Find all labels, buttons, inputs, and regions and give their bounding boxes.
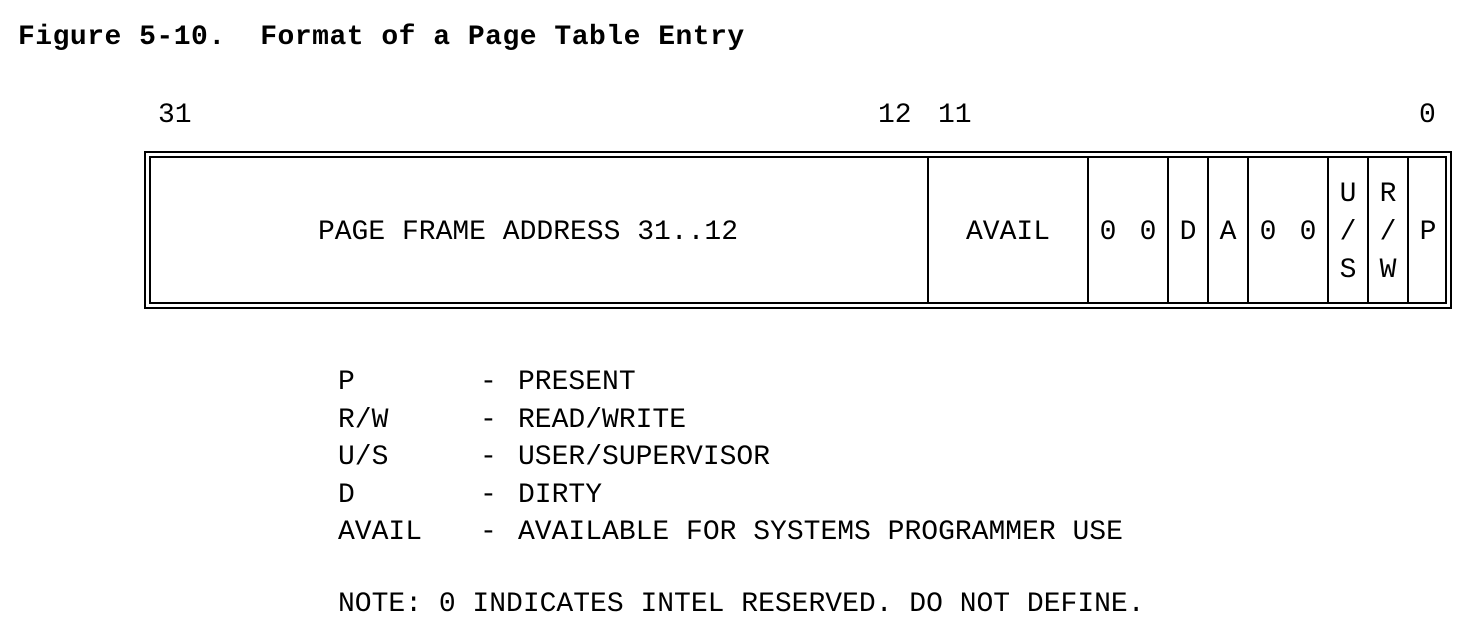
legend-dash: - (480, 442, 497, 473)
reserved-note: NOTE: 0 INDICATES INTEL RESERVED. DO NOT… (338, 589, 1145, 620)
legend-dash: - (480, 479, 497, 511)
field-page-frame-address: PAGE FRAME ADDRESS 31..12 (318, 217, 738, 248)
legend-abbr: U/S (338, 442, 389, 473)
field-reserved-bit-7: 0 (1140, 217, 1157, 248)
field-accessed: A (1220, 217, 1237, 248)
legend-dash: - (480, 517, 497, 548)
legend-desc: USER/SUPERVISOR (518, 442, 771, 473)
field-reserved-bit-8: 0 (1100, 217, 1117, 248)
field-present: P (1420, 217, 1437, 248)
legend-row-avail: AVAIL - AVAILABLE FOR SYSTEMS PROGRAMMER… (338, 514, 1123, 552)
field-dirty: D (1180, 217, 1197, 248)
field-rw-slash: / (1380, 217, 1397, 248)
legend-desc: READ/WRITE (518, 404, 687, 436)
field-us-top: U (1340, 179, 1357, 210)
field-user-supervisor: U / S (1340, 179, 1357, 286)
legend-abbr: D (338, 479, 355, 511)
legend-abbr: R/W (338, 404, 389, 436)
field-rw-top: R (1380, 179, 1397, 210)
field-reserved-bit-3: 0 (1300, 217, 1317, 248)
legend-desc: PRESENT (518, 367, 636, 398)
legend-abbr: AVAIL (338, 517, 423, 548)
legend-row-user-supervisor: U/S - USER/SUPERVISOR (338, 439, 1123, 477)
legend-row-present: P - PRESENT (338, 364, 1123, 402)
legend-desc: DIRTY (518, 479, 603, 511)
legend: P - PRESENT R/W - READ/WRITE U/S - USER/… (338, 364, 1123, 552)
field-us-bottom: S (1340, 255, 1357, 286)
legend-desc: AVAILABLE FOR SYSTEMS PROGRAMMER USE (518, 517, 1123, 548)
field-rw-bottom: W (1380, 255, 1397, 286)
legend-abbr: P (338, 367, 355, 398)
legend-row-dirty: D - DIRTY (338, 477, 1123, 515)
field-us-slash: / (1340, 217, 1357, 248)
field-read-write: R / W (1380, 179, 1397, 286)
field-avail: AVAIL (966, 217, 1050, 248)
legend-dash: - (480, 404, 497, 436)
legend-dash: - (480, 367, 497, 398)
field-reserved-bit-4: 0 (1260, 217, 1277, 248)
legend-row-read-write: R/W - READ/WRITE (338, 402, 1123, 440)
